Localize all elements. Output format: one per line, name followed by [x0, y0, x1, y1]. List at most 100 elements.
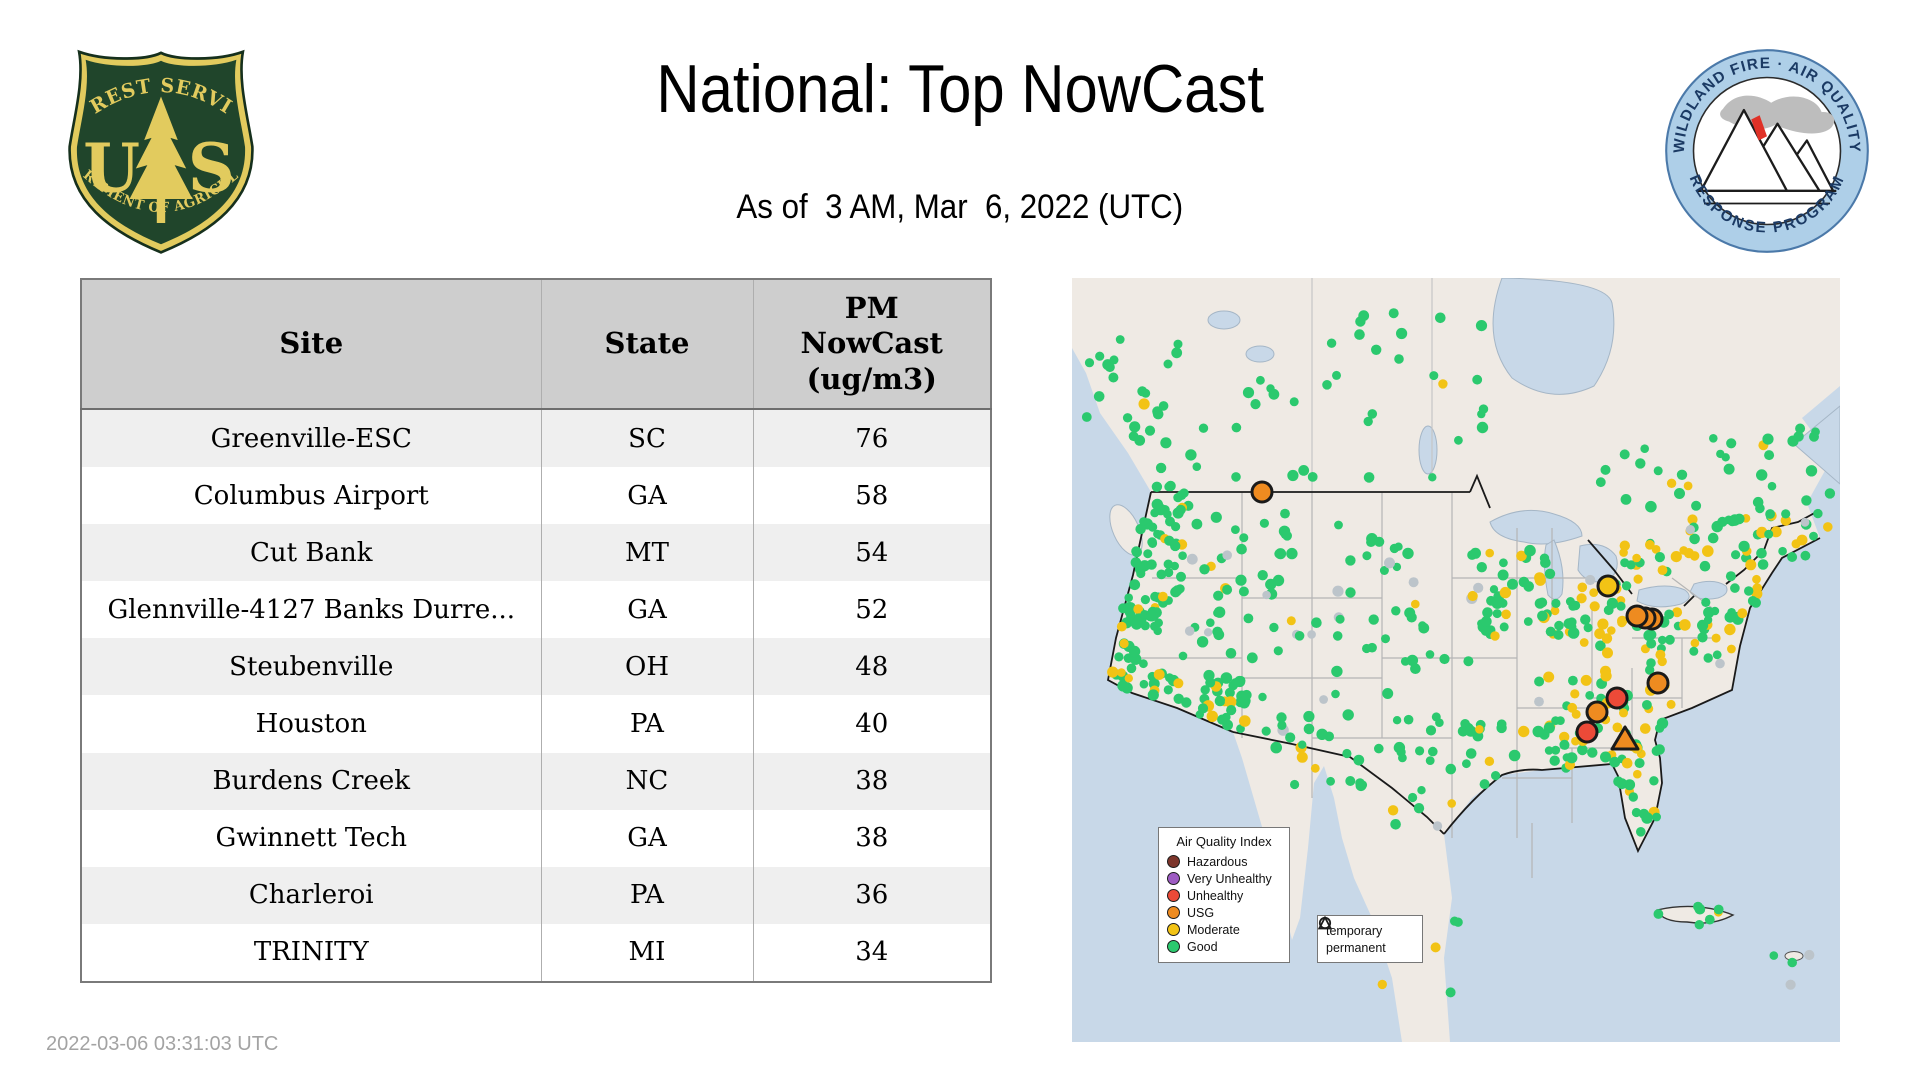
monitor-site-dot[interactable] — [1476, 562, 1487, 573]
monitor-site-dot[interactable] — [1153, 529, 1162, 539]
monitor-site-dot[interactable] — [1303, 710, 1315, 723]
temporary-site-marker[interactable] — [1575, 720, 1599, 744]
monitor-site-dot[interactable] — [1417, 786, 1426, 795]
monitor-site-dot[interactable] — [1683, 481, 1693, 491]
monitor-site-dot[interactable] — [1473, 582, 1484, 593]
monitor-site-dot[interactable] — [1158, 591, 1168, 602]
monitor-site-dot[interactable] — [1445, 763, 1457, 775]
monitor-site-dot[interactable] — [1274, 549, 1284, 559]
monitor-site-dot[interactable] — [1335, 614, 1345, 624]
monitor-site-dot[interactable] — [1332, 585, 1344, 597]
monitor-site-dot[interactable] — [1621, 581, 1632, 591]
monitor-site-dot[interactable] — [1391, 606, 1401, 616]
monitor-site-dot[interactable] — [1537, 610, 1548, 622]
monitor-site-dot[interactable] — [1579, 638, 1589, 647]
monitor-site-dot[interactable] — [1480, 616, 1492, 627]
monitor-site-dot[interactable] — [1124, 674, 1133, 683]
monitor-site-dot[interactable] — [1289, 397, 1299, 407]
monitor-site-dot[interactable] — [1465, 748, 1477, 759]
monitor-site-dot[interactable] — [1269, 622, 1279, 633]
monitor-site-dot[interactable] — [1689, 551, 1700, 561]
monitor-site-dot[interactable] — [1492, 609, 1502, 619]
monitor-site-dot[interactable] — [1418, 621, 1427, 630]
monitor-site-dot[interactable] — [1342, 709, 1354, 721]
monitor-site-dot[interactable] — [1258, 692, 1267, 702]
monitor-site-dot[interactable] — [1171, 347, 1183, 359]
monitor-site-dot[interactable] — [1601, 633, 1613, 644]
monitor-site-dot[interactable] — [1239, 533, 1249, 543]
monitor-site-dot[interactable] — [1270, 741, 1282, 754]
monitor-site-dot[interactable] — [1286, 547, 1298, 560]
monitor-site-dot[interactable] — [1197, 636, 1208, 647]
monitor-site-dot[interactable] — [1402, 547, 1414, 560]
monitor-site-dot[interactable] — [1566, 752, 1578, 764]
monitor-site-dot[interactable] — [1600, 670, 1612, 682]
monitor-site-dot[interactable] — [1585, 691, 1595, 700]
monitor-site-dot[interactable] — [1738, 540, 1750, 552]
monitor-site-dot[interactable] — [1136, 568, 1146, 579]
monitor-site-dot[interactable] — [1138, 398, 1150, 410]
monitor-site-dot[interactable] — [1583, 623, 1593, 633]
monitor-site-dot[interactable] — [1472, 374, 1483, 385]
monitor-site-dot[interactable] — [1173, 492, 1183, 503]
monitor-site-dot[interactable] — [1213, 608, 1222, 618]
monitor-site-dot[interactable] — [1140, 595, 1150, 605]
monitor-site-dot[interactable] — [1570, 689, 1580, 699]
monitor-site-dot[interactable] — [1656, 717, 1669, 729]
monitor-site-dot[interactable] — [1580, 674, 1592, 686]
monitor-site-dot[interactable] — [1408, 577, 1419, 588]
monitor-site-dot[interactable] — [1534, 676, 1545, 687]
monitor-site-dot[interactable] — [1210, 511, 1222, 523]
monitor-site-dot[interactable] — [1353, 754, 1365, 766]
monitor-site-dot[interactable] — [1131, 547, 1142, 558]
monitor-site-dot[interactable] — [1580, 614, 1591, 625]
monitor-site-dot[interactable] — [1243, 613, 1254, 624]
monitor-site-dot[interactable] — [1640, 723, 1651, 734]
monitor-site-dot[interactable] — [1140, 621, 1150, 631]
monitor-site-dot[interactable] — [1081, 412, 1092, 422]
temporary-site-marker[interactable] — [1605, 686, 1629, 710]
monitor-site-dot[interactable] — [1567, 627, 1580, 639]
monitor-site-dot[interactable] — [1787, 957, 1797, 968]
monitor-site-dot[interactable] — [1463, 656, 1474, 667]
monitor-site-dot[interactable] — [1602, 647, 1613, 659]
monitor-site-dot[interactable] — [1559, 739, 1570, 750]
monitor-site-dot[interactable] — [1334, 520, 1343, 530]
monitor-site-dot[interactable] — [1286, 616, 1296, 626]
monitor-site-dot[interactable] — [1497, 569, 1509, 581]
monitor-site-dot[interactable] — [1621, 757, 1633, 769]
monitor-site-dot[interactable] — [1117, 668, 1126, 677]
monitor-site-dot[interactable] — [1398, 753, 1407, 763]
monitor-site-dot[interactable] — [1649, 776, 1659, 786]
monitor-site-dot[interactable] — [1731, 550, 1741, 560]
monitor-site-dot[interactable] — [1124, 593, 1133, 602]
monitor-site-dot[interactable] — [1804, 949, 1815, 961]
monitor-site-dot[interactable] — [1439, 653, 1450, 665]
monitor-site-dot[interactable] — [1413, 803, 1425, 814]
monitor-site-dot[interactable] — [1408, 792, 1418, 803]
monitor-site-dot[interactable] — [1374, 743, 1384, 754]
monitor-site-dot[interactable] — [1396, 327, 1408, 340]
monitor-site-dot[interactable] — [1532, 725, 1545, 738]
monitor-site-dot[interactable] — [1428, 473, 1437, 482]
monitor-site-dot[interactable] — [1108, 372, 1119, 383]
monitor-site-dot[interactable] — [1568, 675, 1578, 686]
monitor-site-dot[interactable] — [1752, 574, 1761, 584]
monitor-site-dot[interactable] — [1619, 449, 1630, 460]
monitor-site-dot[interactable] — [1701, 597, 1711, 607]
monitor-site-dot[interactable] — [1484, 756, 1495, 766]
monitor-site-dot[interactable] — [1652, 812, 1661, 822]
monitor-site-dot[interactable] — [1382, 688, 1394, 699]
monitor-site-dot[interactable] — [1362, 551, 1372, 561]
monitor-site-dot[interactable] — [1425, 756, 1435, 765]
monitor-site-dot[interactable] — [1726, 438, 1737, 449]
monitor-site-dot[interactable] — [1600, 751, 1611, 763]
monitor-site-dot[interactable] — [1641, 812, 1653, 824]
monitor-site-dot[interactable] — [1544, 568, 1556, 579]
monitor-site-dot[interactable] — [1430, 942, 1441, 953]
monitor-site-dot[interactable] — [1178, 651, 1188, 661]
temporary-site-marker[interactable] — [1625, 604, 1649, 628]
monitor-site-dot[interactable] — [1425, 650, 1435, 659]
monitor-site-dot[interactable] — [1358, 780, 1368, 790]
monitor-site-dot[interactable] — [1371, 344, 1382, 355]
